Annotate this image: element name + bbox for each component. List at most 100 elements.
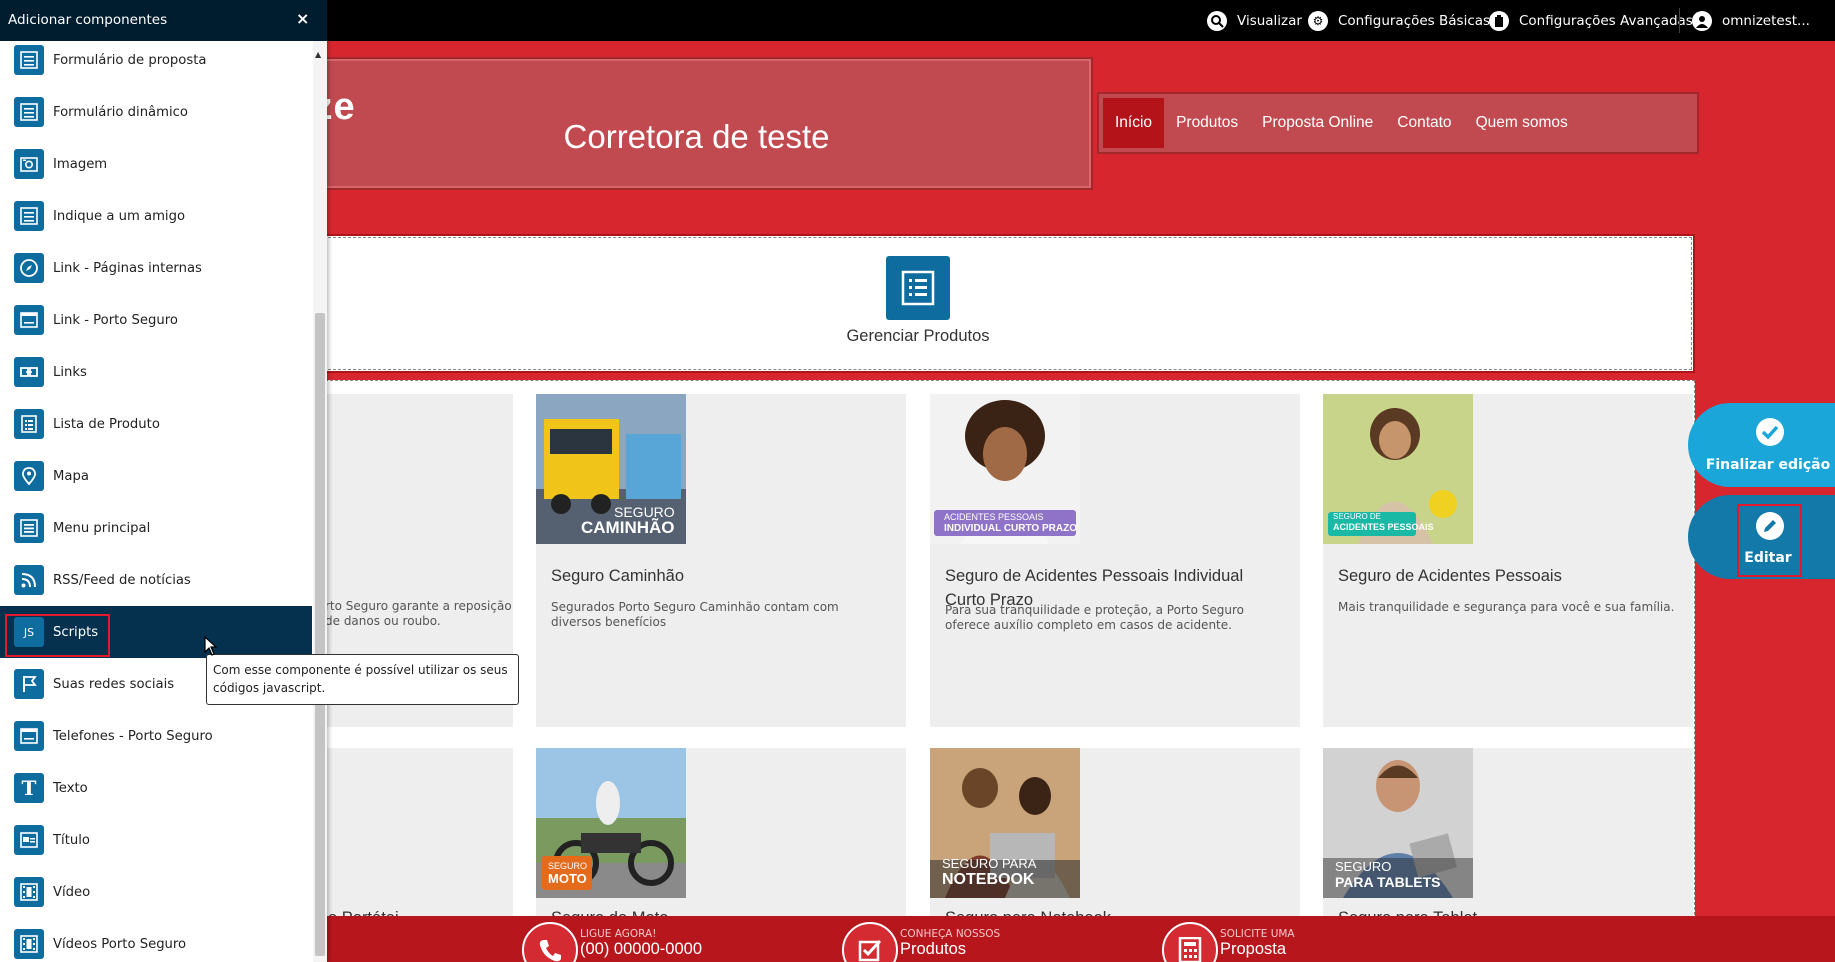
sidebar-item-scripts[interactable]: JS Scripts (0, 606, 312, 658)
manage-products-panel (300, 234, 1695, 373)
components-list: Formulário de proposta Formulário dinâmi… (0, 41, 312, 962)
list-icon (901, 270, 935, 306)
nav-item-proposta-online[interactable]: Proposta Online (1250, 98, 1385, 148)
config-avancadas-label: Configurações Avançadas (1519, 12, 1693, 29)
compass-icon (14, 253, 44, 283)
scripts-tooltip: Com esse componente é possível utilizar … (206, 654, 519, 705)
sidebar-scroll-thumb[interactable] (315, 313, 325, 956)
manage-products-label: Gerenciar Produtos (846, 327, 990, 345)
sidebar-item-label: Mapa (53, 468, 89, 484)
product-card-notebook[interactable]: SEGURO PARA NOTEBOOK Seguro para Noteboo… (930, 748, 1300, 928)
product-image-caption: SEGURO CAMINHÃO (581, 504, 675, 537)
film-icon (14, 877, 44, 907)
footer-phone[interactable]: LIGUE AGORA! (00) 00000-0000 (522, 916, 742, 962)
sidebar-item-link-porto-seguro[interactable]: Link - Porto Seguro (0, 294, 312, 346)
product-image: SEGURO CAMINHÃO (536, 394, 686, 544)
sidebar-item-mapa[interactable]: Mapa (0, 450, 312, 502)
product-image-caption: SEGURO PARA TABLETS (1335, 859, 1441, 890)
sidebar-item-formulario-proposta[interactable]: Formulário de proposta (0, 41, 312, 86)
sidebar-item-imagem[interactable]: Imagem (0, 138, 312, 190)
product-card-moto[interactable]: SEGURO MOTO Seguro de Moto (536, 748, 906, 928)
product-image-caption: SEGURO DE ACIDENTES PESSOAIS (1333, 512, 1434, 532)
pencil-icon (1756, 512, 1784, 540)
editar-label: Editar (1744, 550, 1792, 566)
manage-products-button[interactable] (886, 256, 950, 320)
nav-item-inicio[interactable]: Início (1103, 98, 1165, 148)
sidebar-item-label: Lista de Produto (53, 416, 160, 432)
sidebar-item-label: Link - Páginas internas (53, 260, 202, 276)
sidebar-item-texto[interactable]: T Texto (0, 762, 312, 814)
footer-phone-number: (00) 00000-0000 (580, 940, 703, 958)
sidebar-item-label: Link - Porto Seguro (53, 312, 178, 328)
check-circle-icon (1756, 418, 1784, 446)
sidebar-item-indique-amigo[interactable]: Indique a um amigo (0, 190, 312, 242)
sidebar-item-label: Suas redes sociais (53, 676, 175, 692)
sidebar-item-telefones-porto-seguro[interactable]: Telefones - Porto Seguro (0, 710, 312, 762)
user-name: omnizetest... (1722, 12, 1810, 29)
footer-produtos[interactable]: CONHEÇA NOSSOS Produtos (842, 916, 1042, 962)
sidebar-item-label: Título (53, 832, 90, 848)
user-menu[interactable]: omnizetest... (1692, 0, 1810, 41)
nav-item-quem-somos[interactable]: Quem somos (1464, 98, 1580, 148)
sidebar-item-rss[interactable]: RSS/Feed de notícias (0, 554, 312, 606)
sidebar-item-label: Scripts (53, 624, 99, 640)
sidebar-item-lista-produto[interactable]: Lista de Produto (0, 398, 312, 450)
window-icon (14, 721, 44, 751)
rss-icon (14, 565, 44, 595)
product-image-caption: SEGURO MOTO (548, 861, 588, 886)
editar-button[interactable]: Editar (1688, 495, 1835, 579)
product-image: SEGURO DE ACIDENTES PESSOAIS (1323, 394, 1473, 544)
footer-proposta[interactable]: SOLICITE UMA Proposta (1162, 916, 1362, 962)
sidebar-item-label: Vídeos Porto Seguro (53, 936, 187, 952)
add-components-sidebar: Adicionar componentes × Formulário de pr… (0, 0, 327, 962)
visualizar-label: Visualizar (1237, 12, 1302, 29)
map-pin-icon (14, 461, 44, 491)
close-icon[interactable]: × (296, 9, 309, 28)
product-card-acidentes-pessoais[interactable]: SEGURO DE ACIDENTES PESSOAIS Seguro de A… (1323, 394, 1693, 727)
product-card-acidentes-curto-prazo[interactable]: ACIDENTES PESSOAIS INDIVIDUAL CURTO PRAZ… (930, 394, 1300, 727)
sidebar-item-label: Formulário dinâmico (53, 104, 188, 120)
footer-proposta-caption: SOLICITE UMA (1220, 928, 1295, 940)
finalizar-edicao-button[interactable]: Finalizar edição (1688, 403, 1835, 487)
js-icon: JS (14, 617, 44, 647)
sidebar-title: Adicionar componentes (8, 12, 168, 28)
config-basicas-button[interactable]: ⚙ Configurações Básicas (1308, 0, 1490, 41)
visualizar-button[interactable]: Visualizar (1207, 0, 1302, 41)
sidebar-item-links[interactable]: Links (0, 346, 312, 398)
sidebar-item-formulario-dinamico[interactable]: Formulário dinâmico (0, 86, 312, 138)
finalizar-edicao-label: Finalizar edição (1705, 457, 1831, 473)
sidebar-item-label: Imagem (53, 156, 108, 172)
sidebar-item-label: Telefones - Porto Seguro (53, 728, 213, 744)
product-desc: Para sua tranquilidade e proteção, a Por… (945, 603, 1244, 632)
product-card-caminhao[interactable]: SEGURO CAMINHÃO Seguro Caminhão Segurado… (536, 394, 906, 727)
text-icon: T (14, 773, 44, 803)
sidebar-item-label: Links (53, 364, 87, 380)
product-card[interactable]: o Portátei (300, 748, 513, 928)
sidebar-item-video[interactable]: Vídeo (0, 866, 312, 918)
product-image-caption: SEGURO PARA NOTEBOOK (942, 856, 1037, 888)
sidebar-item-titulo[interactable]: Título (0, 814, 312, 866)
config-basicas-label: Configurações Básicas (1338, 12, 1491, 29)
window-icon (14, 305, 44, 335)
flag-icon (14, 669, 44, 699)
sidebar-item-label: Indique a um amigo (53, 208, 186, 224)
form-icon (14, 201, 44, 231)
sidebar-item-menu-principal[interactable]: Menu principal (0, 502, 312, 554)
product-card-tablet[interactable]: SEGURO PARA TABLETS Seguro para Tablet (1323, 748, 1693, 928)
product-desc: Segurados Porto Seguro Caminhão contam c… (551, 600, 839, 629)
product-image: SEGURO MOTO (536, 748, 686, 898)
nav-item-contato[interactable]: Contato (1385, 98, 1463, 148)
footer-phone-caption: LIGUE AGORA! (580, 928, 657, 940)
title-icon (14, 825, 44, 855)
product-title: Seguro Caminhão (551, 567, 684, 585)
product-desc: Mais tranquilidade e segurança para você… (1338, 600, 1675, 614)
config-avancadas-button[interactable]: Configurações Avançadas (1489, 0, 1693, 41)
sidebar-item-link-paginas-internas[interactable]: Link - Páginas internas (0, 242, 312, 294)
sidebar-item-videos-porto-seguro[interactable]: Vídeos Porto Seguro (0, 918, 312, 962)
calculator-icon (1162, 922, 1218, 962)
preview-icon (1207, 10, 1227, 31)
nav-item-produtos[interactable]: Produtos (1164, 98, 1250, 148)
scroll-up-icon[interactable]: ▲ (315, 50, 321, 59)
menu-icon (14, 513, 44, 543)
gear-icon: ⚙ (1308, 10, 1328, 31)
